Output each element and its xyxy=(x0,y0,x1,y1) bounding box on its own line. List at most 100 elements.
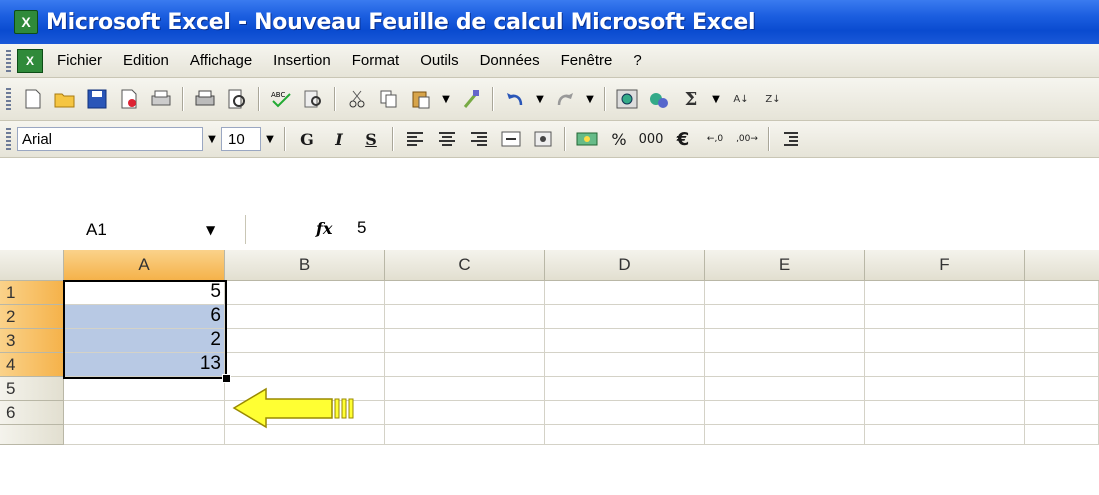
cell-e5[interactable] xyxy=(705,377,865,401)
excel-app-icon[interactable]: X xyxy=(14,10,38,34)
font-size-field[interactable]: 10 xyxy=(221,127,261,151)
column-header-g[interactable] xyxy=(1025,250,1099,281)
cell-e6[interactable] xyxy=(705,401,865,425)
cell-e2[interactable] xyxy=(705,305,865,329)
menu-outils[interactable]: Outils xyxy=(420,52,458,69)
permission-icon[interactable] xyxy=(116,86,142,112)
cell-d6[interactable] xyxy=(545,401,705,425)
cell-c2[interactable] xyxy=(385,305,545,329)
bold-button[interactable]: G xyxy=(293,126,321,152)
cell-d7[interactable] xyxy=(545,425,705,445)
align-center-icon[interactable] xyxy=(433,126,461,152)
currency-style-icon[interactable] xyxy=(573,126,601,152)
cell-g7[interactable] xyxy=(1025,425,1099,445)
undo-icon[interactable] xyxy=(502,86,528,112)
column-header-e[interactable]: E xyxy=(705,250,865,281)
spelling-icon[interactable]: ABC xyxy=(268,86,294,112)
underline-button[interactable]: S xyxy=(357,126,385,152)
chevron-down-icon[interactable]: ▼ xyxy=(437,87,455,111)
preview-icon[interactable] xyxy=(224,86,250,112)
column-header-a[interactable]: A xyxy=(64,250,225,281)
paste-icon[interactable] xyxy=(408,86,434,112)
cell-b1[interactable] xyxy=(225,281,385,305)
web-icon[interactable] xyxy=(646,86,672,112)
cell-f4[interactable] xyxy=(865,353,1025,377)
cell-e7[interactable] xyxy=(705,425,865,445)
toolbar-grip[interactable] xyxy=(6,128,11,150)
row-header-4[interactable]: 4 xyxy=(0,353,64,377)
euro-button[interactable]: € xyxy=(669,126,697,152)
menu-affichage[interactable]: Affichage xyxy=(190,52,252,69)
column-header-b[interactable]: B xyxy=(225,250,385,281)
save-icon[interactable] xyxy=(84,86,110,112)
cell-g5[interactable] xyxy=(1025,377,1099,401)
cell-f7[interactable] xyxy=(865,425,1025,445)
menu-fichier[interactable]: Fichier xyxy=(57,52,102,69)
sort-descending-icon[interactable]: Z↓ xyxy=(760,86,786,112)
row-header-1[interactable]: 1 xyxy=(0,281,64,305)
column-header-f[interactable]: F xyxy=(865,250,1025,281)
cell-g6[interactable] xyxy=(1025,401,1099,425)
research-icon[interactable] xyxy=(300,86,326,112)
row-header-2[interactable]: 2 xyxy=(0,305,64,329)
decrease-indent-icon[interactable] xyxy=(777,126,805,152)
chevron-down-icon[interactable]: ▼ xyxy=(203,127,221,151)
cell-a4[interactable]: 13 xyxy=(64,353,225,377)
menu-help[interactable]: ? xyxy=(633,52,641,69)
print-preview-icon[interactable] xyxy=(148,86,174,112)
cut-icon[interactable] xyxy=(344,86,370,112)
cell-c7[interactable] xyxy=(385,425,545,445)
cell-g4[interactable] xyxy=(1025,353,1099,377)
cell-b3[interactable] xyxy=(225,329,385,353)
cell-f3[interactable] xyxy=(865,329,1025,353)
cell-d4[interactable] xyxy=(545,353,705,377)
cell-e4[interactable] xyxy=(705,353,865,377)
menu-format[interactable]: Format xyxy=(352,52,400,69)
chevron-down-icon[interactable]: ▼ xyxy=(581,87,599,111)
cell-a2[interactable]: 6 xyxy=(64,305,225,329)
document-icon[interactable]: X xyxy=(17,48,43,73)
chevron-down-icon[interactable]: ▼ xyxy=(707,87,725,111)
cell-c1[interactable] xyxy=(385,281,545,305)
chevron-down-icon[interactable]: ▼ xyxy=(206,223,215,237)
autosum-icon[interactable]: Σ xyxy=(678,86,704,112)
font-name-field[interactable]: Arial xyxy=(17,127,203,151)
row-header-6[interactable]: 6 xyxy=(0,401,64,425)
new-document-icon[interactable] xyxy=(20,86,46,112)
formula-input[interactable]: 5 xyxy=(357,218,366,238)
toolbar-grip[interactable] xyxy=(6,88,11,110)
hyperlink-icon[interactable] xyxy=(614,86,640,112)
cell-a3[interactable]: 2 xyxy=(64,329,225,353)
merge-center-icon[interactable] xyxy=(497,126,525,152)
row-header-5[interactable]: 5 xyxy=(0,377,64,401)
cell-b2[interactable] xyxy=(225,305,385,329)
menu-edition[interactable]: Edition xyxy=(123,52,169,69)
italic-button[interactable]: I xyxy=(325,126,353,152)
select-all-corner[interactable] xyxy=(0,250,64,281)
cell-d1[interactable] xyxy=(545,281,705,305)
cell-c6[interactable] xyxy=(385,401,545,425)
menu-fenetre[interactable]: Fenêtre xyxy=(561,52,613,69)
cell-a5[interactable] xyxy=(64,377,225,401)
column-header-d[interactable]: D xyxy=(545,250,705,281)
sort-ascending-icon[interactable]: A↓ xyxy=(728,86,754,112)
cell-d2[interactable] xyxy=(545,305,705,329)
align-left-icon[interactable] xyxy=(401,126,429,152)
open-folder-icon[interactable] xyxy=(52,86,78,112)
cell-g2[interactable] xyxy=(1025,305,1099,329)
fill-handle[interactable] xyxy=(222,374,231,383)
cell-d3[interactable] xyxy=(545,329,705,353)
cell-e3[interactable] xyxy=(705,329,865,353)
redo-icon[interactable] xyxy=(552,86,578,112)
cell-g3[interactable] xyxy=(1025,329,1099,353)
menu-donnees[interactable]: Données xyxy=(480,52,540,69)
increase-decimal-icon[interactable]: ←,0 xyxy=(701,126,729,152)
cell-g1[interactable] xyxy=(1025,281,1099,305)
cell-a7[interactable] xyxy=(64,425,225,445)
chevron-down-icon[interactable]: ▼ xyxy=(261,127,279,151)
cell-f1[interactable] xyxy=(865,281,1025,305)
toolbar-grip[interactable] xyxy=(6,49,11,72)
cell-a6[interactable] xyxy=(64,401,225,425)
cell-f2[interactable] xyxy=(865,305,1025,329)
format-painter-icon[interactable] xyxy=(458,86,484,112)
